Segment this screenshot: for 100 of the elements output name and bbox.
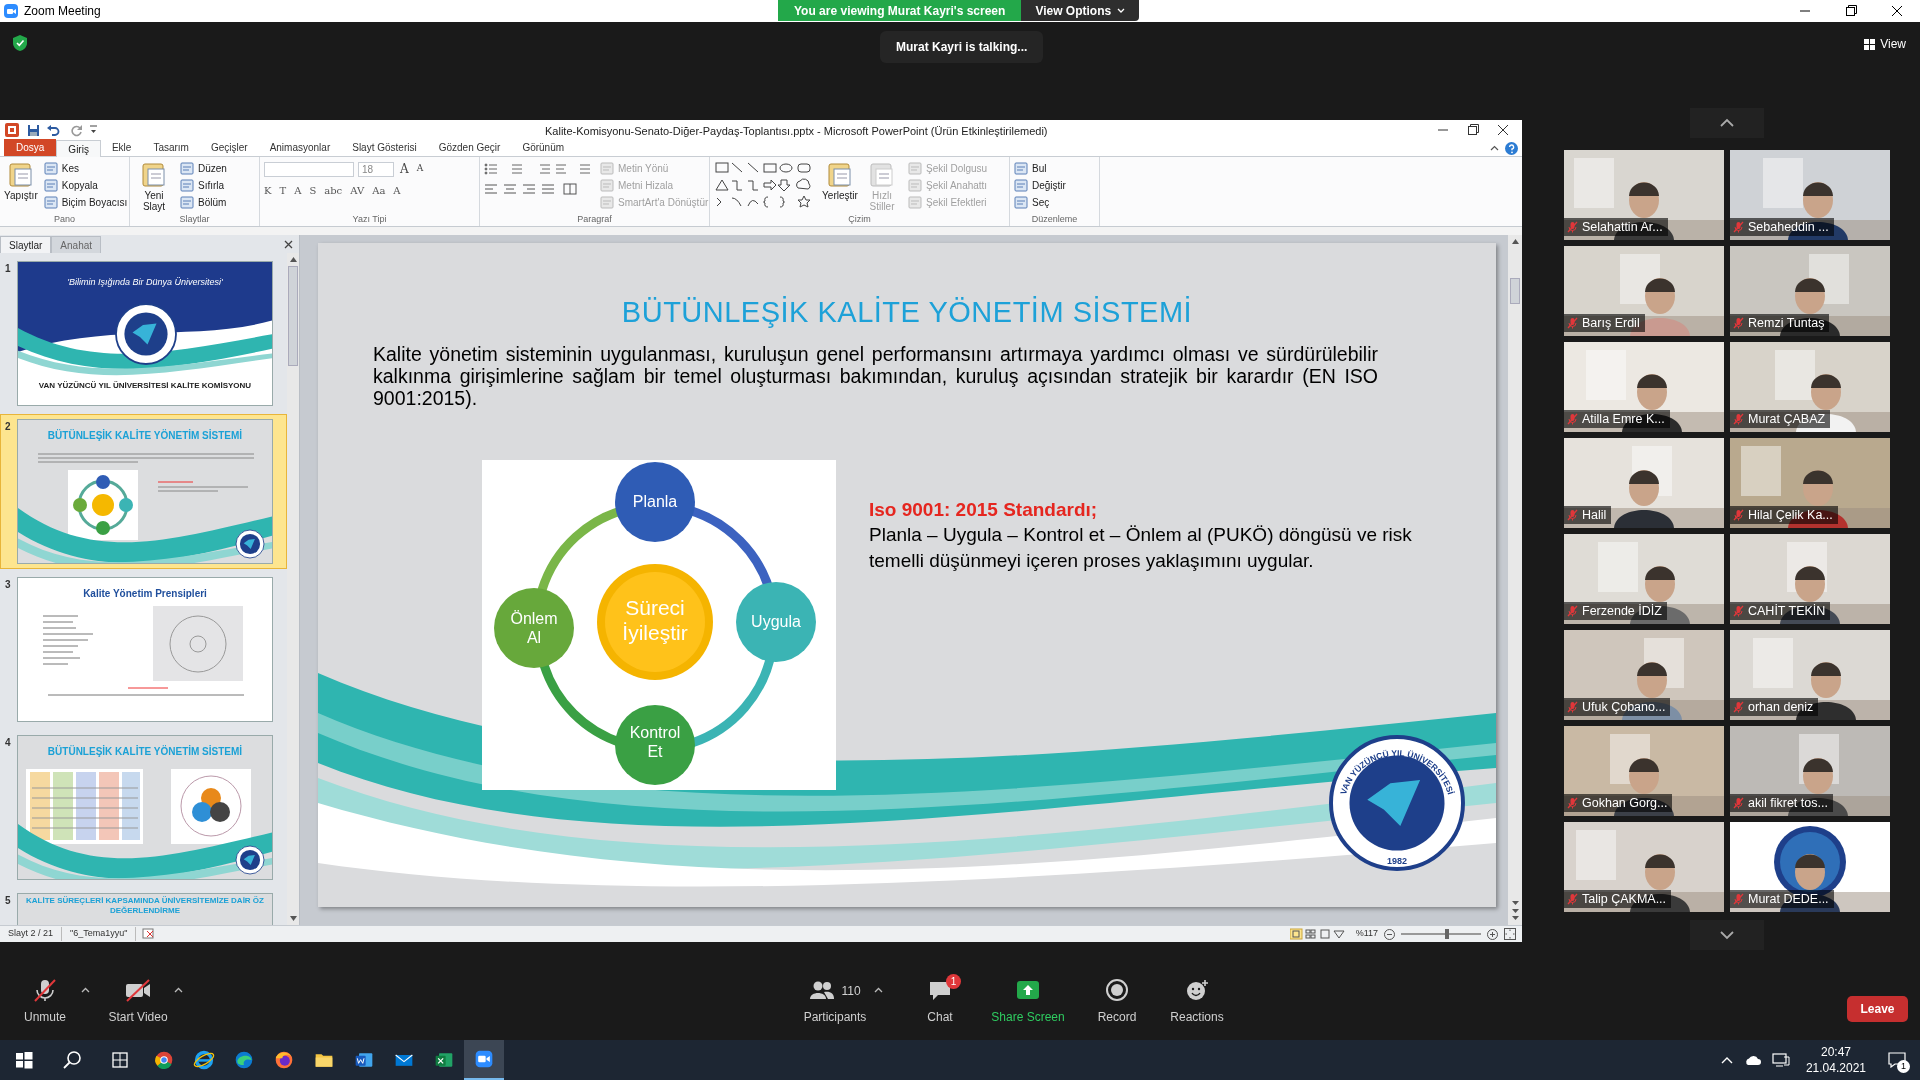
security-shield-icon[interactable] <box>13 35 27 51</box>
cloud-icon[interactable] <box>1743 1054 1762 1066</box>
slide-canvas[interactable] <box>318 243 1496 907</box>
format-button[interactable]: T <box>279 183 287 198</box>
view-button[interactable]: View <box>1864 35 1906 53</box>
command-icon <box>600 162 614 175</box>
ribbon-button[interactable]: Biçim Boyacısı <box>43 194 128 211</box>
network-icon[interactable] <box>1771 1053 1790 1067</box>
ribbon-tab[interactable]: Ekle <box>100 139 143 156</box>
ribbon-button[interactable]: Yerleştir <box>820 160 860 213</box>
toolbar-button[interactable]: Unmute <box>5 978 85 1026</box>
zoom-slider-thumb[interactable] <box>1445 929 1450 939</box>
close-icon[interactable] <box>284 239 293 249</box>
customize-toolbar-icon[interactable] <box>89 124 98 136</box>
scroll-down-icon[interactable] <box>289 916 297 921</box>
command-icon <box>908 179 922 192</box>
scroll-up-icon[interactable] <box>289 257 297 262</box>
grid-icon <box>1864 38 1876 50</box>
participant-name: Barış Erdil <box>1582 314 1640 332</box>
command-icon <box>868 160 896 188</box>
format-button[interactable]: abc <box>324 183 343 198</box>
participant-name: Gokhan Gorg... <box>1582 794 1668 812</box>
ribbon-button[interactable]: Yeni Slayt <box>134 160 174 213</box>
ribbon-tab[interactable]: Giriş <box>56 140 101 157</box>
ribbon-button[interactable]: Değiştir <box>1014 177 1066 194</box>
view-options-button[interactable]: View Options <box>1021 0 1140 21</box>
caret-icon[interactable] <box>174 987 183 993</box>
pane-tab[interactable]: Slaytlar <box>0 236 52 253</box>
font-size-field[interactable]: 18 <box>358 161 394 177</box>
format-button[interactable]: AV <box>350 183 365 198</box>
ribbon-tab[interactable]: Animasyonlar <box>258 139 342 156</box>
spelling-check-icon[interactable] <box>142 928 157 940</box>
scroll-up-icon[interactable] <box>1511 239 1519 244</box>
scrollbar-thumb[interactable] <box>288 266 298 366</box>
muted-mic-icon <box>1567 701 1578 713</box>
clock-time: 20:47 <box>1820 1044 1851 1060</box>
redo-icon[interactable] <box>70 123 83 137</box>
ribbon-button[interactable]: Bul <box>1014 160 1066 177</box>
caret-icon <box>1117 7 1126 14</box>
ribbon-button[interactable]: Bölüm <box>180 194 227 211</box>
leave-button[interactable]: Leave <box>1847 996 1908 1022</box>
pane-tab[interactable]: Anahat <box>51 236 102 253</box>
format-button[interactable]: Aa <box>372 183 386 198</box>
group-label: Yazı Tipi <box>352 212 387 226</box>
slide-paragraph: Kalite yönetim sisteminin uygulanması, kuruluşun genel performansını artırmaya yardımcı olması ve sürdürülebilir kalkınma girişimlerine sağlam bir temel oluşturması bakımından, kuruluş açısından stratejik bir karardır (EN ISO 9001:2015). <box>373 343 1378 409</box>
font-name-field[interactable] <box>264 161 354 177</box>
taskbar-app-button[interactable] <box>464 1040 504 1080</box>
logo-year: 1982 <box>1387 856 1407 866</box>
ribbon-tab[interactable]: Tasarım <box>142 139 200 156</box>
command-icon <box>180 179 194 192</box>
scroll-down-icon[interactable] <box>1511 901 1519 921</box>
ribbon-button[interactable]: Kopyala <box>43 177 128 194</box>
participant-name: CAHİT TEKİN <box>1748 602 1826 620</box>
toolbar-button[interactable]: 110 Participants <box>800 978 870 1026</box>
ribbon-tab[interactable]: Gözden Geçir <box>427 139 512 156</box>
command-icon <box>908 196 922 209</box>
group-label: Paragraf <box>577 212 612 226</box>
file-menu-tab[interactable]: Dosya <box>4 139 57 156</box>
ribbon-button[interactable]: Seç <box>1014 194 1066 211</box>
shapes-gallery[interactable] <box>714 160 814 208</box>
fit-to-window-icon[interactable] <box>1504 928 1516 940</box>
toolbar-button[interactable]: Record <box>1077 978 1157 1026</box>
ribbon-button[interactable]: Düzen <box>180 160 227 177</box>
ribbon-button[interactable]: Kes <box>43 160 128 177</box>
format-button[interactable]: K <box>264 183 272 198</box>
ribbon-tab[interactable]: Slayt Gösterisi <box>341 139 428 156</box>
participant-name: Murat ÇABAZ <box>1748 410 1826 428</box>
format-button[interactable]: A <box>294 183 302 198</box>
toolbar-button[interactable]: Reactions <box>1157 978 1237 1026</box>
slide-number: 5 <box>4 894 12 908</box>
scrollbar-thumb[interactable] <box>1510 278 1520 304</box>
undo-icon[interactable] <box>46 123 60 137</box>
slide-thumbnail[interactable]: 2 BÜTÜNLEŞİK KALİTE YÖNETİM SİSTEMİ <box>0 414 287 569</box>
muted-mic-icon <box>1567 317 1578 329</box>
participant-name: akil fikret tos... <box>1748 794 1828 812</box>
help-icon[interactable] <box>1505 141 1518 155</box>
collapse-ribbon-icon[interactable] <box>1490 145 1499 151</box>
share-status-banner: You are viewing Murat Kayri's screen <box>778 0 1022 21</box>
caret-icon[interactable] <box>81 987 90 993</box>
ribbon-button[interactable]: Sıfırla <box>180 177 227 194</box>
cycle-step-label: Kontrol Et <box>628 723 682 761</box>
toolbar-button[interactable]: Share Screen <box>988 978 1068 1026</box>
format-button[interactable]: S <box>309 183 317 198</box>
ribbon-button[interactable]: Yapıştır <box>4 160 38 213</box>
notifications-button[interactable]: 1 <box>1882 1040 1912 1080</box>
notification-badge: 1 <box>946 974 961 989</box>
font-size-button[interactable]: A <box>414 162 426 176</box>
toolbar-button[interactable]: Start Video <box>98 978 178 1026</box>
muted-mic-icon <box>1733 509 1744 521</box>
ribbon-tab[interactable]: Görünüm <box>511 139 576 156</box>
muted-mic-icon <box>1733 797 1744 809</box>
show-hidden-icons-icon[interactable] <box>1719 1055 1734 1065</box>
save-icon[interactable] <box>27 123 40 137</box>
font-size-button[interactable]: A <box>398 160 411 178</box>
theme-name: "6_Tema1yyu" <box>62 927 137 941</box>
zoom-out-icon[interactable] <box>1384 928 1395 940</box>
format-button[interactable]: A <box>393 183 401 198</box>
caret-icon[interactable] <box>874 987 883 993</box>
ribbon-tab[interactable]: Geçişler <box>199 139 259 156</box>
zoom-in-icon[interactable] <box>1487 928 1498 940</box>
